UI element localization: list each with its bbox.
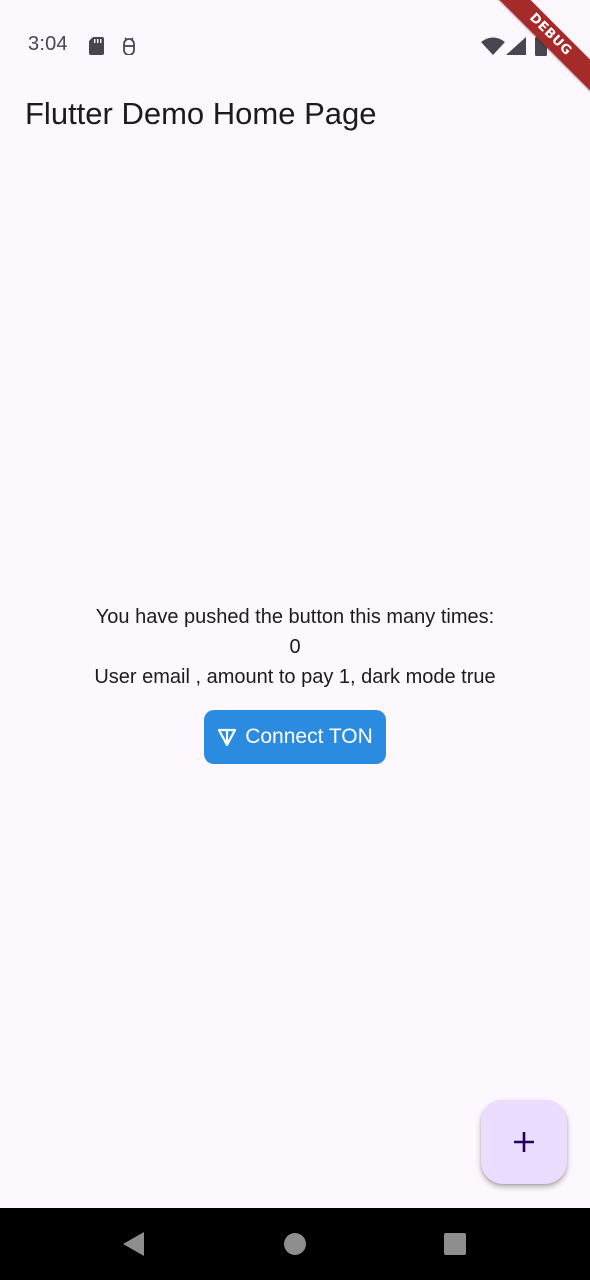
sd-card-icon xyxy=(89,37,104,55)
connect-ton-label: Connect TON xyxy=(245,725,373,748)
counter-label: You have pushed the button this many tim… xyxy=(95,606,495,628)
counter-value: 0 xyxy=(289,636,301,658)
recents-icon[interactable] xyxy=(444,1233,466,1255)
status-time: 3:04 xyxy=(28,33,68,55)
main-content: You have pushed the button this many tim… xyxy=(0,602,590,692)
page-title: Flutter Demo Home Page xyxy=(25,96,377,131)
android-debug-icon xyxy=(123,37,135,55)
user-info-text: User email , amount to pay 1, dark mode … xyxy=(94,666,496,688)
increment-fab[interactable] xyxy=(481,1100,567,1184)
home-icon[interactable] xyxy=(284,1233,306,1255)
debug-banner: DEBUG xyxy=(480,0,590,110)
plus-icon xyxy=(514,1132,534,1152)
debug-label: DEBUG xyxy=(485,0,590,100)
ton-icon xyxy=(218,728,237,747)
system-nav-bar xyxy=(0,1208,590,1280)
connect-ton-button[interactable]: Connect TON xyxy=(204,710,386,764)
back-icon[interactable] xyxy=(122,1232,144,1256)
